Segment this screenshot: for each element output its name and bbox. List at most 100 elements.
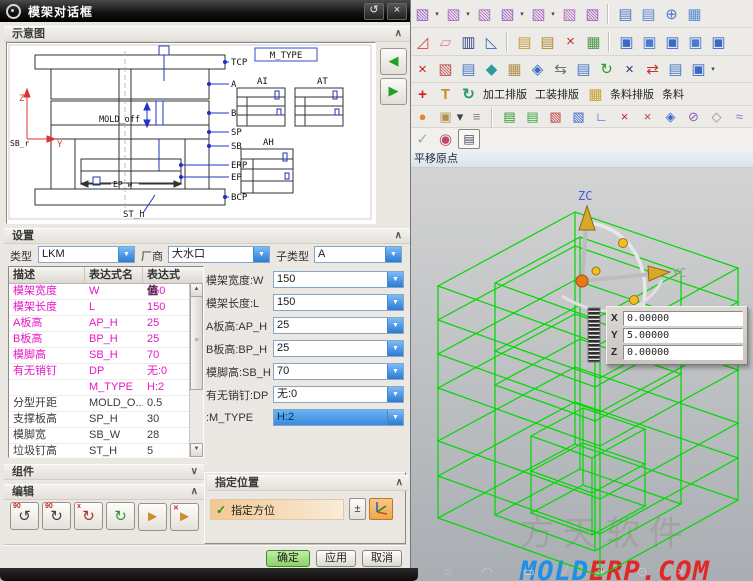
toolbar-icon[interactable]: ▾: [464, 3, 472, 24]
section-header-schematic[interactable]: 示意图 ∧: [4, 26, 410, 42]
toolbar-icon[interactable]: ≈: [729, 106, 750, 127]
toolbar-icon[interactable]: ×: [412, 59, 433, 80]
param-combo[interactable]: 无:0▼: [273, 386, 404, 403]
toolbar-button-tooling-layout[interactable]: 工装排版: [531, 86, 583, 102]
dialog-close-button[interactable]: ×: [387, 3, 407, 20]
table-row[interactable]: 模架长度L150: [9, 300, 203, 316]
dialog-titlebar[interactable]: 模架对话框 ↺ ×: [0, 0, 410, 22]
rotation-handle[interactable]: [630, 296, 639, 305]
toolbar-icon[interactable]: [506, 32, 508, 52]
chevron-down-icon[interactable]: ▼: [387, 318, 403, 333]
toolbar-icon[interactable]: ↻: [458, 84, 479, 105]
rotate-y-axis-button[interactable]: ↻: [106, 502, 135, 530]
vendor-combo[interactable]: 大水口▼: [168, 246, 270, 263]
toolbar-icon[interactable]: ✓: [412, 129, 433, 150]
param-combo[interactable]: 70▼: [273, 363, 404, 380]
toolbar-icon[interactable]: ▣: [639, 31, 660, 52]
toolbar-icon[interactable]: ▧: [559, 3, 580, 24]
toolbar-icon[interactable]: ▤: [458, 129, 480, 149]
toolbar-icon[interactable]: ●: [412, 106, 433, 127]
param-combo[interactable]: 150▼: [273, 294, 404, 311]
y-axis-arrow[interactable]: [648, 266, 670, 281]
table-row[interactable]: 垃圾钉高ST_H5: [9, 444, 203, 458]
chevron-down-icon[interactable]: ▼: [387, 295, 403, 310]
toolbar-icon[interactable]: ▾: [549, 3, 557, 24]
toolbar-icon[interactable]: ⇆: [550, 59, 571, 80]
dialog-reset-button[interactable]: ↺: [364, 3, 384, 20]
toolbar-icon[interactable]: ▦: [583, 31, 604, 52]
toolbar-icon[interactable]: ▣: [616, 31, 637, 52]
toolbar-icon[interactable]: ×: [619, 59, 640, 80]
delete-tool-button[interactable]: ✕►: [170, 503, 199, 531]
toolbar-icon[interactable]: ◈: [660, 106, 681, 127]
rotation-handle[interactable]: [619, 239, 628, 248]
toolbar-icon[interactable]: ▧: [497, 3, 518, 24]
toolbar-icon[interactable]: ▤: [499, 106, 520, 127]
toolbar-icon[interactable]: ◈: [527, 59, 548, 80]
table-row[interactable]: B板高BP_H25: [9, 332, 203, 348]
toolbar-icon[interactable]: ▤: [665, 59, 686, 80]
table-row[interactable]: 模脚宽SB_W28: [9, 428, 203, 444]
toolbar-icon[interactable]: ◇: [706, 106, 727, 127]
toolbar-icon[interactable]: ▧: [474, 3, 495, 24]
toolbar-icon[interactable]: ▧: [443, 3, 464, 24]
rotate-x-axis-button[interactable]: x↻: [74, 502, 103, 530]
toolbar-icon[interactable]: ▤: [573, 59, 594, 80]
toolbar-icon[interactable]: ▣: [685, 31, 706, 52]
toolbar-icon[interactable]: ▤: [458, 59, 479, 80]
param-combo[interactable]: 25▼: [273, 317, 404, 334]
rotate-ccw-90-button[interactable]: 90↺: [10, 502, 39, 530]
toolbar-icon[interactable]: ≡: [466, 106, 487, 127]
param-combo[interactable]: H:2▼: [273, 409, 404, 426]
toolbar-icon[interactable]: [607, 4, 609, 24]
toolbar-icon[interactable]: ▣: [662, 31, 683, 52]
toolbar-icon[interactable]: ▤: [537, 31, 558, 52]
collapse-icon[interactable]: ∧: [395, 27, 402, 41]
prev-type-button[interactable]: ◀: [380, 48, 407, 75]
collapse-icon[interactable]: ∧: [396, 476, 403, 490]
chevron-down-icon[interactable]: ▼: [387, 364, 403, 379]
csys-dialog-button[interactable]: [369, 498, 393, 520]
chevron-down-icon[interactable]: ▼: [387, 341, 403, 356]
toolbar-icon[interactable]: ⇄: [642, 59, 663, 80]
rotation-handle[interactable]: [592, 267, 600, 275]
toolbar-icon[interactable]: ▾: [518, 3, 526, 24]
toolbar-icon[interactable]: ⊘: [683, 106, 704, 127]
toolbar-icon[interactable]: ▥: [458, 31, 479, 52]
toolbar-icon[interactable]: ↻: [596, 59, 617, 80]
toolbar-icon[interactable]: ▧: [412, 3, 433, 24]
toolbar-icon[interactable]: ◺: [481, 31, 502, 52]
table-row[interactable]: 有无销钉DP无:0: [9, 364, 203, 380]
section-header-position[interactable]: 指定位置 ∧: [207, 475, 409, 491]
toolbar-icon[interactable]: ◆: [481, 59, 502, 80]
toolbar-icon[interactable]: ▣: [708, 31, 729, 52]
collapse-icon[interactable]: ∧: [191, 485, 198, 499]
toolbar-icon[interactable]: ▾: [433, 3, 441, 24]
point-dialog-button[interactable]: ±: [349, 498, 366, 520]
chevron-down-icon[interactable]: ▼: [387, 410, 403, 425]
subtype-combo[interactable]: A▼: [314, 246, 402, 263]
toolbar-icon[interactable]: T: [435, 84, 456, 105]
chevron-down-icon[interactable]: ▼: [118, 247, 134, 262]
section-header-edit[interactable]: 编辑 ∧: [4, 484, 204, 500]
ok-button[interactable]: 确定: [266, 550, 310, 567]
table-row[interactable]: 模架宽度W150: [9, 284, 203, 300]
origin-handle[interactable]: [576, 275, 588, 287]
toolbar-icon[interactable]: ⊕: [661, 3, 682, 24]
toolbar-icon[interactable]: ▦: [684, 3, 705, 24]
toolbar-icon[interactable]: ×: [614, 106, 635, 127]
reposition-tool-button[interactable]: ►: [138, 503, 167, 531]
collapse-icon[interactable]: ∧: [395, 229, 402, 243]
section-header-parts[interactable]: 组件 ∨: [4, 464, 204, 480]
toolbar-icon[interactable]: ▧: [568, 106, 589, 127]
mold-base-wireframe[interactable]: [438, 212, 738, 576]
cancel-button[interactable]: 取消: [362, 550, 402, 567]
type-combo[interactable]: LKM▼: [38, 246, 135, 263]
table-row[interactable]: 模脚高SB_H70: [9, 348, 203, 364]
toolbar-icon[interactable]: ×: [560, 31, 581, 52]
toolbar-icon[interactable]: ▤: [522, 106, 543, 127]
y-coordinate-input[interactable]: 5.00000: [623, 328, 743, 343]
scrollbar-thumb[interactable]: ≡: [190, 296, 203, 390]
chevron-down-icon[interactable]: ▼: [385, 247, 401, 262]
table-scrollbar[interactable]: ▲ ≡ ▼: [189, 283, 203, 457]
